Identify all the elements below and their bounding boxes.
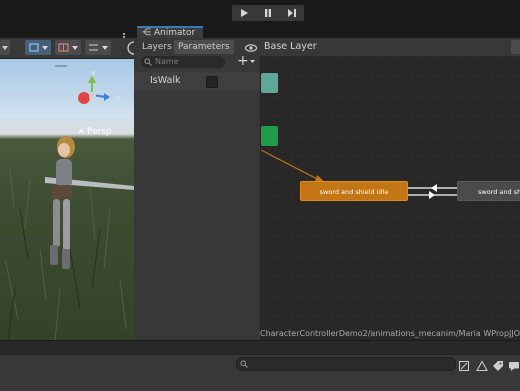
- parameter-row[interactable]: IsWalk: [134, 72, 260, 90]
- persp-chevron-icon: [78, 128, 84, 134]
- controller-path: CharacterControllerDemo2/animations_meca…: [260, 329, 520, 338]
- state-node-idle[interactable]: sword and shield idle: [300, 181, 408, 201]
- parameter-name: IsWalk: [150, 75, 181, 86]
- state-idle-label: sword and shield idle: [319, 188, 389, 196]
- console-search-icon: [240, 360, 248, 368]
- animator-graph[interactable]: sword and shield idle sword and shield: [261, 56, 520, 340]
- play-button[interactable]: [232, 5, 256, 21]
- grid-icon: [58, 43, 78, 52]
- entry-node[interactable]: [261, 126, 278, 146]
- console-tag-button[interactable]: [492, 357, 504, 371]
- any-state-node[interactable]: [261, 73, 278, 93]
- console-search-input[interactable]: [236, 357, 456, 371]
- add-parameter-button[interactable]: +: [237, 54, 256, 68]
- pause-icon: [265, 9, 271, 17]
- step-icon: [288, 9, 296, 17]
- search-icon: [144, 58, 152, 66]
- snap-toggle-button[interactable]: [85, 40, 111, 55]
- auto-live-link-button[interactable]: [511, 40, 520, 54]
- axis-z-label: z: [116, 94, 121, 103]
- scene-menu-button[interactable]: [0, 40, 10, 55]
- step-button[interactable]: [280, 5, 304, 21]
- warning-icon: [476, 360, 488, 371]
- axis-y-label: y: [91, 68, 96, 77]
- scene-toolbar: [0, 38, 141, 59]
- breadcrumb-base-layer[interactable]: Base Layer: [264, 40, 317, 54]
- main-toolbar: [0, 0, 520, 41]
- console-comment-button[interactable]: [508, 357, 520, 371]
- pause-button[interactable]: [256, 5, 280, 21]
- state-second-label: sword and shield: [478, 188, 520, 196]
- parameters-panel: [134, 56, 261, 340]
- gizmo-toggle-button[interactable]: [25, 40, 51, 55]
- parameter-search-input[interactable]: Name: [141, 56, 225, 68]
- snap-icon: [89, 44, 108, 51]
- more-options-icon[interactable]: [122, 27, 126, 41]
- tab-animator-label: Animator: [153, 28, 196, 38]
- visibility-toggle[interactable]: [244, 40, 258, 54]
- comment-icon: [509, 362, 519, 371]
- play-icon: [241, 9, 248, 17]
- scene-view[interactable]: y z Persp: [0, 59, 134, 340]
- search-placeholder: Name: [155, 57, 179, 66]
- state-node-second[interactable]: sword and shield: [457, 181, 520, 201]
- filter-icon: [459, 361, 469, 371]
- console-warnings-button[interactable]: [476, 357, 488, 371]
- tab-layers[interactable]: Layers: [138, 40, 176, 54]
- playback-controls: [232, 5, 304, 21]
- add-dropdown-icon: [249, 59, 255, 63]
- console-filter-button[interactable]: [458, 357, 470, 371]
- persp-label: Persp: [87, 127, 112, 137]
- bottom-tab-strip: [0, 340, 520, 355]
- gizmo-icon: [29, 43, 48, 52]
- add-parameter-label: +: [237, 53, 249, 69]
- tag-icon: [493, 361, 503, 371]
- projection-toggle[interactable]: Persp: [77, 127, 112, 137]
- iswalk-checkbox[interactable]: [206, 76, 218, 88]
- grid-toggle-button[interactable]: [55, 40, 81, 55]
- tab-parameters[interactable]: Parameters: [174, 40, 234, 54]
- animator-icon: ⋲: [142, 28, 151, 38]
